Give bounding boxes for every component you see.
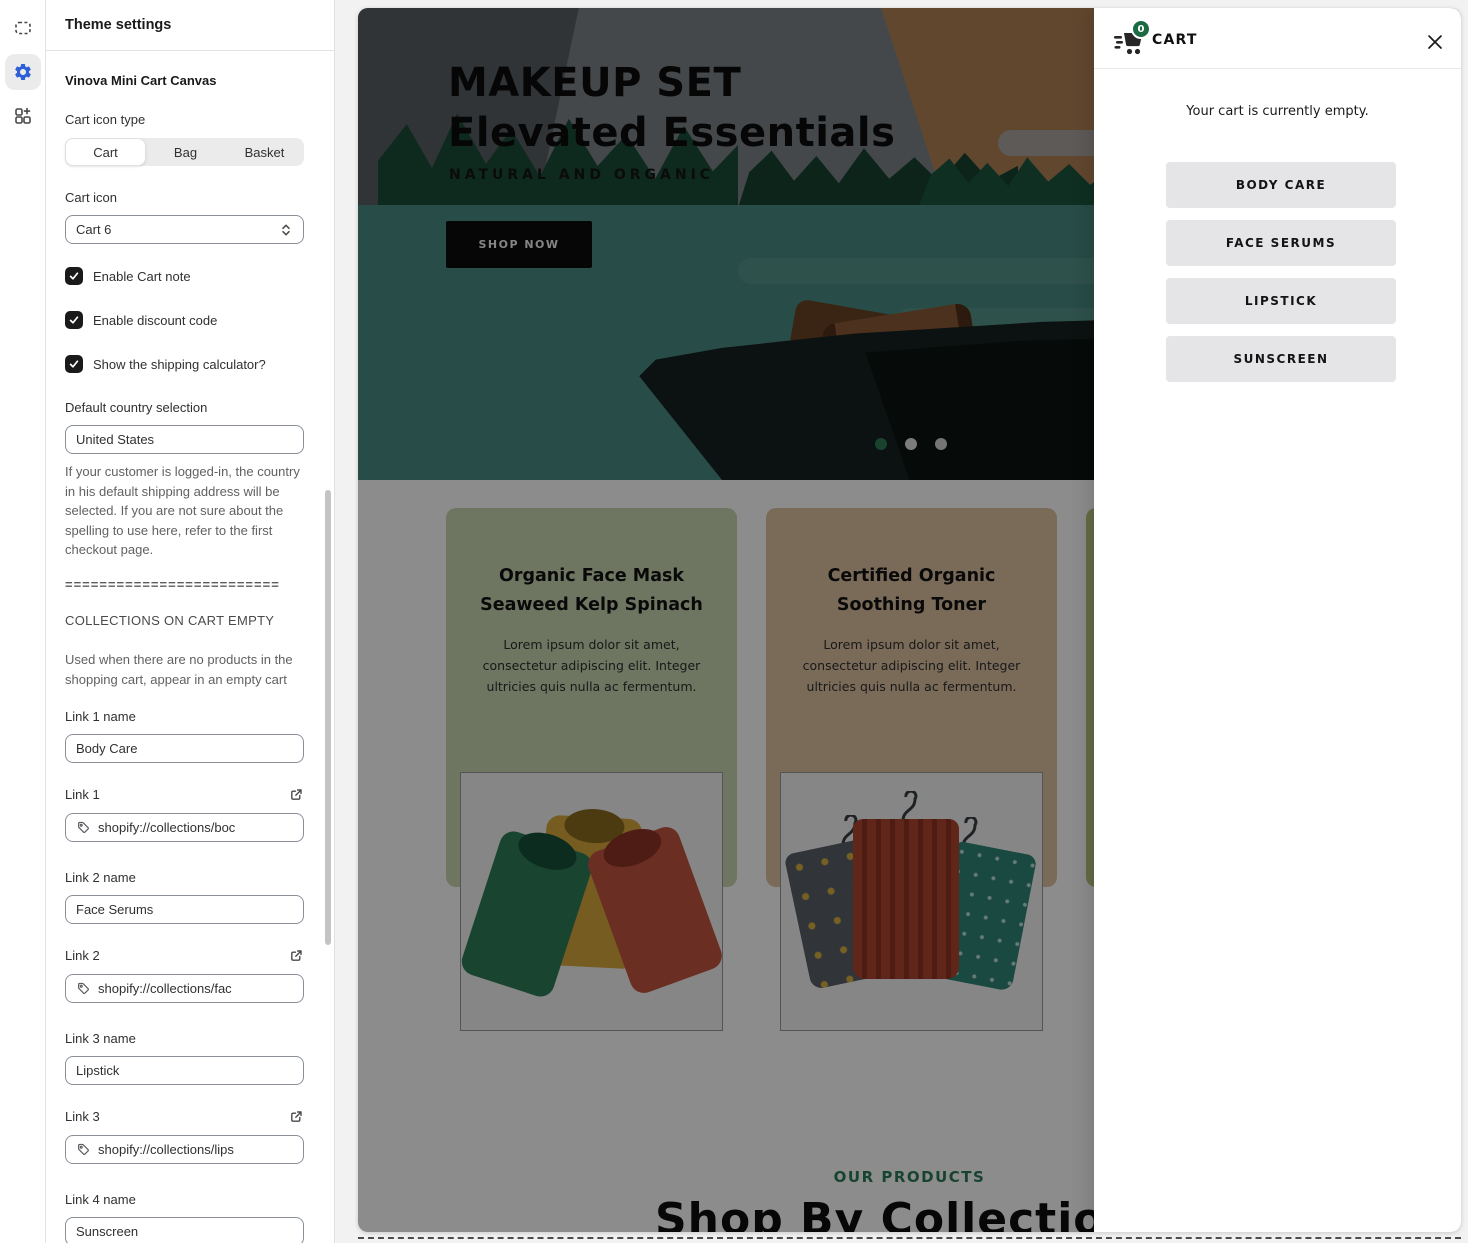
sections-nav-button[interactable]	[5, 10, 41, 46]
tag-icon	[76, 820, 91, 835]
link1-name-input[interactable]: Body Care	[65, 734, 304, 763]
link2-name-label: Link 2 name	[65, 870, 303, 885]
cart-icon-wrap: 0	[1113, 23, 1147, 57]
link1-name-value: Body Care	[76, 741, 137, 756]
divider-text: =========================	[65, 577, 303, 592]
enable-discount-code-label: Enable discount code	[93, 313, 217, 328]
link4-name-value: Sunscreen	[76, 1224, 138, 1239]
checkmark-icon	[68, 358, 80, 370]
tag-icon	[76, 981, 91, 996]
country-label: Default country selection	[65, 400, 303, 415]
shipping-calculator-checkbox[interactable]	[65, 355, 83, 373]
theme-settings-nav-button[interactable]	[5, 54, 41, 90]
country-help-text: If your customer is logged-in, the count…	[65, 462, 306, 560]
collection-button-body-care[interactable]: BODY CARE	[1166, 162, 1396, 208]
link4-name-label: Link 4 name	[65, 1192, 303, 1207]
link1-name-label: Link 1 name	[65, 709, 303, 724]
external-link-icon[interactable]	[288, 787, 304, 803]
external-link-icon[interactable]	[288, 1109, 304, 1125]
cart-close-button[interactable]	[1424, 31, 1446, 53]
panel-header: Theme settings	[46, 0, 334, 51]
link3-url-value: shopify://collections/lips	[98, 1142, 234, 1157]
country-value: United States	[76, 432, 154, 447]
link3-url-input[interactable]: shopify://collections/lips	[65, 1135, 304, 1164]
cart-empty-message: Your cart is currently empty.	[1094, 104, 1461, 119]
cart-icon-type-segmented-control: Cart Bag Basket	[65, 138, 304, 166]
cart-drawer-title: CART	[1152, 32, 1198, 48]
collections-empty-heading: COLLECTIONS ON CART EMPTY	[65, 613, 303, 628]
segment-basket[interactable]: Basket	[225, 138, 304, 166]
sections-icon	[13, 18, 33, 38]
link3-name-input[interactable]: Lipstick	[65, 1056, 304, 1085]
collection-button-sunscreen[interactable]: SUNSCREEN	[1166, 336, 1396, 382]
link2-name-input[interactable]: Face Serums	[65, 895, 304, 924]
panel-scrollbar[interactable]	[325, 490, 331, 945]
app-embeds-nav-button[interactable]	[5, 98, 41, 134]
shipping-calculator-row: Show the shipping calculator?	[65, 355, 303, 373]
enable-cart-note-checkbox[interactable]	[65, 267, 83, 285]
link2-label: Link 2	[65, 948, 100, 963]
cart-drawer: 0 CART Your cart is currently empty. BOD…	[1094, 8, 1461, 1232]
cart-icon-select[interactable]: Cart 6	[65, 215, 304, 244]
cart-icon-type-label: Cart icon type	[65, 112, 303, 127]
enable-cart-note-label: Enable Cart note	[93, 269, 191, 284]
theme-settings-panel: Theme settings Vinova Mini Cart Canvas C…	[46, 0, 335, 1243]
activity-bar	[0, 0, 46, 1243]
link2-url-input[interactable]: shopify://collections/fac	[65, 974, 304, 1003]
country-input[interactable]: United States	[65, 425, 304, 454]
enable-discount-code-row: Enable discount code	[65, 311, 303, 329]
panel-title: Theme settings	[65, 17, 171, 33]
segment-cart[interactable]: Cart	[65, 138, 146, 166]
preview-canvas: MAKEUP SET Elevated Essentials NATURAL A…	[358, 8, 1461, 1232]
cart-drawer-header: 0 CART	[1094, 8, 1461, 69]
enable-cart-note-row: Enable Cart note	[65, 267, 303, 285]
gear-icon	[13, 62, 33, 82]
collection-button-lipstick[interactable]: LIPSTICK	[1166, 278, 1396, 324]
enable-discount-code-checkbox[interactable]	[65, 311, 83, 329]
tag-icon	[76, 1142, 91, 1157]
collection-button-face-serums[interactable]: FACE SERUMS	[1166, 220, 1396, 266]
cart-icon-select-value: Cart 6	[76, 222, 111, 237]
apps-icon	[13, 106, 33, 126]
shipping-calculator-label: Show the shipping calculator?	[93, 357, 266, 372]
link3-label: Link 3	[65, 1109, 100, 1124]
cart-count-badge: 0	[1131, 19, 1151, 39]
link4-name-input[interactable]: Sunscreen	[65, 1217, 304, 1243]
section-boundary-dashed-line	[358, 1237, 1461, 1239]
external-link-icon[interactable]	[288, 948, 304, 964]
checkmark-icon	[68, 314, 80, 326]
segment-bag[interactable]: Bag	[146, 138, 225, 166]
link1-url-value: shopify://collections/boc	[98, 820, 235, 835]
select-chevrons-icon	[279, 222, 293, 238]
link3-name-label: Link 3 name	[65, 1031, 303, 1046]
link1-label: Link 1	[65, 787, 100, 802]
cart-icon-label: Cart icon	[65, 190, 303, 205]
app-embed-title: Vinova Mini Cart Canvas	[65, 73, 303, 88]
link2-name-value: Face Serums	[76, 902, 153, 917]
link2-url-value: shopify://collections/fac	[98, 981, 232, 996]
checkmark-icon	[68, 270, 80, 282]
link1-url-input[interactable]: shopify://collections/boc	[65, 813, 304, 842]
link3-name-value: Lipstick	[76, 1063, 119, 1078]
collections-empty-help: Used when there are no products in the s…	[65, 650, 306, 690]
close-icon	[1425, 32, 1445, 52]
